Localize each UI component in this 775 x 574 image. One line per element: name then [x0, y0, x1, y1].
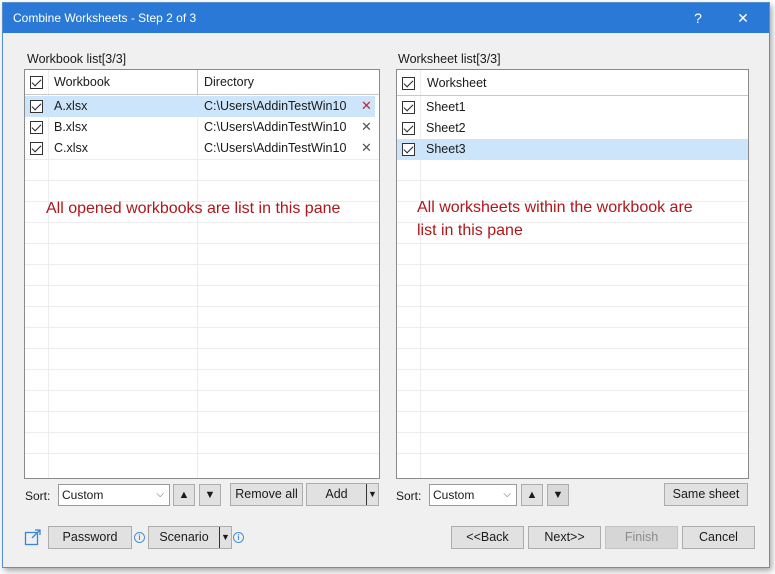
worksheet-checkbox[interactable]	[402, 122, 415, 135]
move-up-button[interactable]: ▲	[173, 484, 195, 506]
worksheet-pane-annotation-line1: All worksheets within the workbook are	[417, 199, 693, 216]
worksheet-checkbox[interactable]	[402, 101, 415, 114]
workbook-list-label: Workbook list[3/3]	[27, 52, 127, 66]
worksheet-list-label: Worksheet list[3/3]	[398, 52, 501, 66]
workbook-directory: C:\Users\AddinTestWin10	[204, 141, 347, 155]
add-dropdown-arrow-icon[interactable]: ▼	[366, 484, 378, 505]
worksheet-row[interactable]: Sheet1	[397, 97, 748, 118]
finish-button[interactable]: Finish	[605, 526, 678, 549]
worksheet-column-header[interactable]: Worksheet	[427, 76, 487, 90]
workbook-row[interactable]: A.xlsx C:\Users\AddinTestWin10 ✕	[25, 96, 375, 117]
select-all-workbooks-checkbox[interactable]	[30, 76, 43, 89]
worksheet-pane-annotation-line2: list in this pane	[417, 222, 523, 239]
cancel-button[interactable]: Cancel	[682, 526, 755, 549]
workbook-directory: C:\Users\AddinTestWin10	[204, 120, 347, 134]
share-link-icon[interactable]	[24, 528, 42, 546]
chevron-down-icon: ⌵	[156, 489, 164, 500]
worksheet-move-up-button[interactable]: ▲	[521, 484, 543, 506]
worksheet-name: Sheet1	[426, 100, 466, 114]
worksheet-checkbox[interactable]	[402, 143, 415, 156]
workbook-sort-label: Sort:	[25, 489, 51, 503]
help-button[interactable]: ?	[684, 6, 712, 30]
worksheet-header-row: Worksheet	[397, 70, 748, 95]
workbook-checkbox[interactable]	[30, 100, 43, 113]
scenario-dropdown-arrow-icon[interactable]: ▼	[219, 527, 231, 548]
workbook-name: A.xlsx	[54, 99, 88, 113]
workbook-name: C.xlsx	[54, 141, 89, 155]
password-button[interactable]: Password	[48, 526, 132, 549]
worksheet-row[interactable]: Sheet3	[397, 139, 748, 160]
worksheet-row[interactable]: Sheet2	[397, 118, 748, 139]
workbook-header-row: Workbook Directory	[25, 70, 379, 94]
worksheet-list-grid[interactable]: Worksheet Sheet1 Sheet2 Sheet3 All works…	[396, 69, 749, 479]
next-button[interactable]: Next>>	[528, 526, 601, 549]
workbook-pane-annotation: All opened workbooks are list in this pa…	[46, 200, 341, 217]
arrow-up-icon: ▲	[526, 489, 538, 501]
workbook-column-header[interactable]: Workbook	[54, 75, 110, 89]
workbook-checkbox[interactable]	[30, 142, 43, 155]
password-info-icon[interactable]: i	[134, 532, 145, 543]
worksheet-move-down-button[interactable]: ▼	[547, 484, 569, 506]
directory-column-header[interactable]: Directory	[204, 75, 254, 89]
workbook-directory: C:\Users\AddinTestWin10	[204, 99, 347, 113]
workbook-sort-value: Custom	[62, 488, 104, 502]
scenario-button[interactable]: Scenario ▼	[148, 526, 232, 549]
workbook-sort-select[interactable]: Custom ⌵	[58, 484, 170, 506]
remove-workbook-icon[interactable]: ✕	[361, 98, 372, 114]
title-bar: Combine Worksheets - Step 2 of 3 ? ✕	[3, 3, 769, 33]
move-down-button[interactable]: ▼	[199, 484, 221, 506]
remove-all-button[interactable]: Remove all	[230, 483, 303, 506]
close-button[interactable]: ✕	[729, 6, 757, 30]
scenario-button-label: Scenario	[159, 530, 209, 544]
workbook-row[interactable]: C.xlsx C:\Users\AddinTestWin10 ✕	[25, 138, 375, 159]
workbook-name: B.xlsx	[54, 120, 88, 134]
worksheet-sort-value: Custom	[433, 488, 475, 502]
window-title: Combine Worksheets - Step 2 of 3	[13, 11, 197, 25]
worksheet-sort-select[interactable]: Custom ⌵	[429, 484, 517, 506]
worksheet-sort-label: Sort:	[396, 489, 422, 503]
scenario-info-icon[interactable]: i	[233, 532, 244, 543]
select-all-worksheets-checkbox[interactable]	[402, 77, 415, 90]
arrow-down-icon: ▼	[552, 489, 564, 501]
workbook-list-grid[interactable]: Workbook Directory A.xlsx C:\Users\Addin…	[24, 69, 380, 479]
workbook-row[interactable]: B.xlsx C:\Users\AddinTestWin10 ✕	[25, 117, 375, 138]
add-button[interactable]: Add ▼	[306, 483, 379, 506]
combine-worksheets-dialog: Combine Worksheets - Step 2 of 3 ? ✕ Wor…	[2, 2, 770, 568]
add-button-label: Add	[325, 487, 348, 501]
back-button[interactable]: <<Back	[451, 526, 524, 549]
remove-workbook-icon[interactable]: ✕	[361, 119, 372, 135]
same-sheet-button[interactable]: Same sheet	[664, 483, 748, 506]
worksheet-name: Sheet3	[426, 142, 466, 156]
arrow-up-icon: ▲	[178, 489, 190, 501]
worksheet-name: Sheet2	[426, 121, 466, 135]
remove-workbook-icon[interactable]: ✕	[361, 140, 372, 156]
chevron-down-icon: ⌵	[503, 489, 511, 500]
arrow-down-icon: ▼	[204, 489, 216, 501]
workbook-checkbox[interactable]	[30, 121, 43, 134]
